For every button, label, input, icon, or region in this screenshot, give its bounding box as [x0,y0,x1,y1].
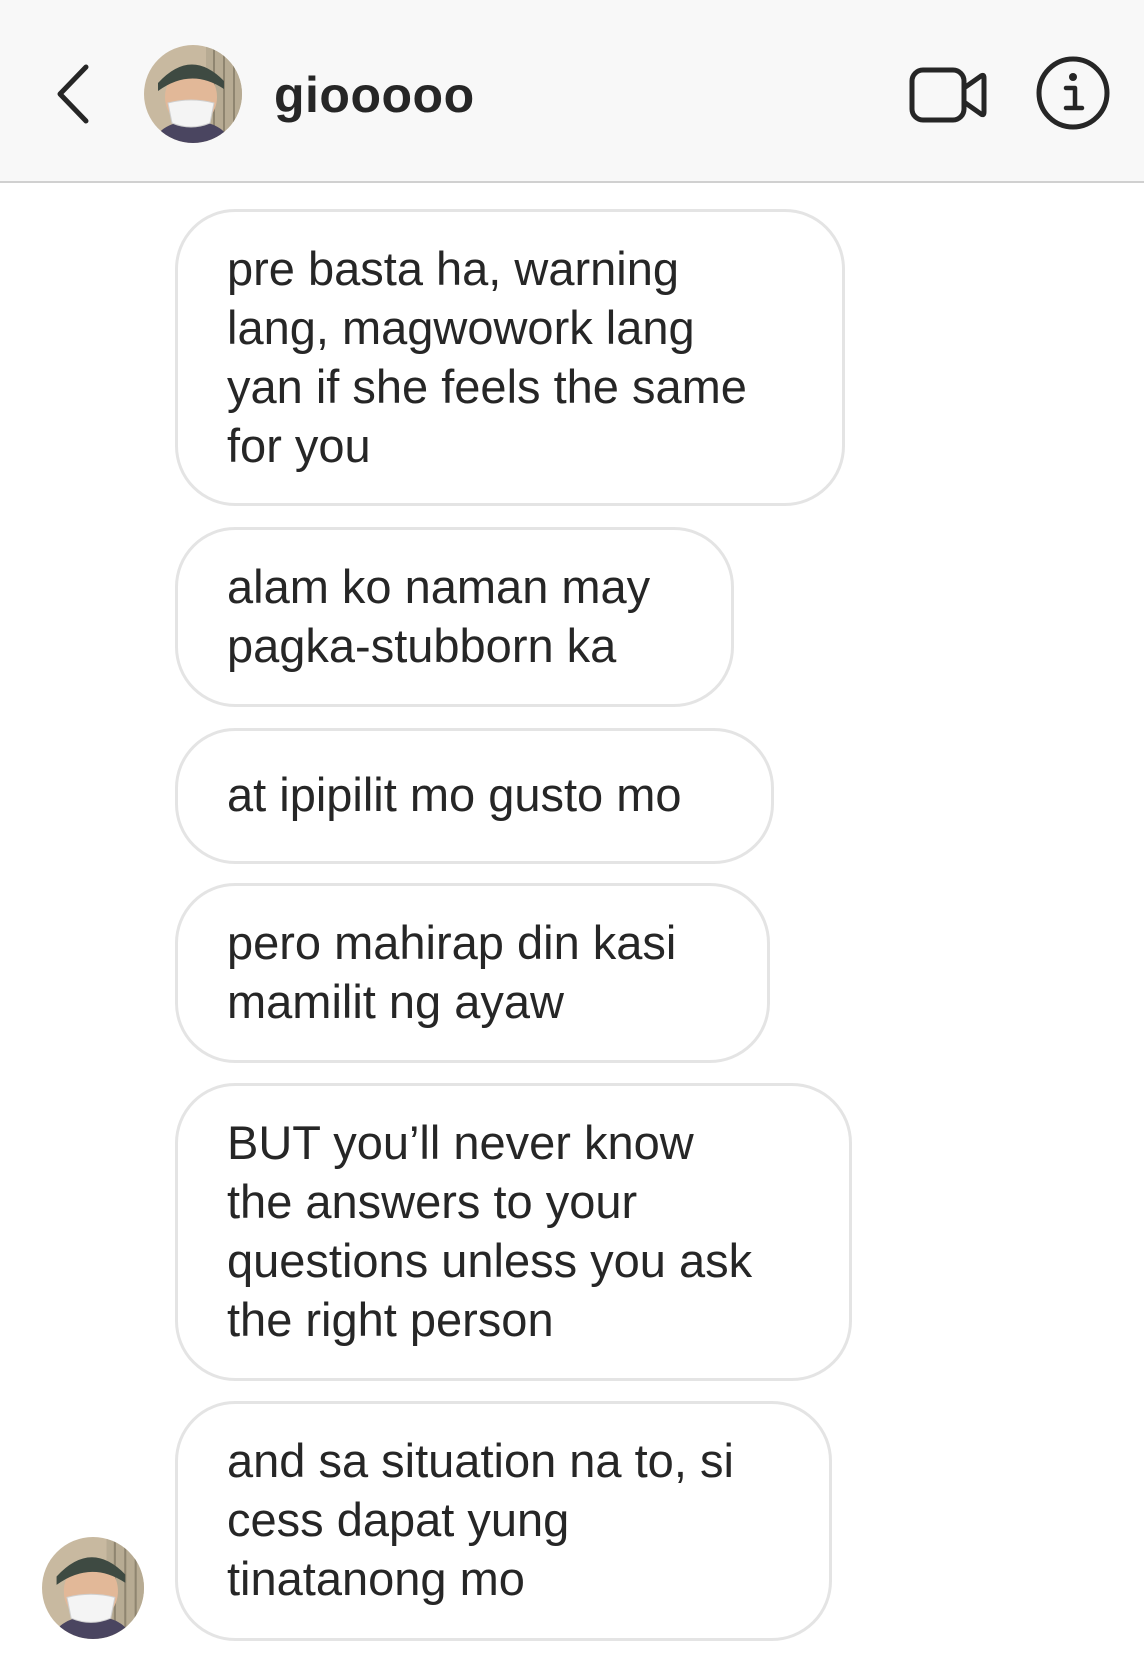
profile-avatar[interactable] [144,45,242,143]
message-bubble[interactable]: pre basta ha, warning lang, magwowork la… [175,209,845,506]
conversation-username[interactable]: giooooo [274,64,475,126]
message-bubble[interactable]: at ipipilit mo gusto mo [175,728,774,864]
chat-header: giooooo [0,0,1144,183]
info-icon [1036,56,1110,130]
message-bubble[interactable]: BUT you’ll never know the answers to you… [175,1083,852,1381]
message-bubble[interactable]: pero mahirap din kasi mamilit ng ayaw [175,883,770,1063]
sender-avatar[interactable] [42,1537,144,1639]
video-camera-icon [909,67,987,123]
message-bubble[interactable]: and sa situation na to, si cess dapat yu… [175,1401,832,1641]
info-button[interactable] [1033,53,1113,133]
video-call-button[interactable] [906,62,990,128]
back-button[interactable] [44,58,104,130]
message-bubble[interactable]: alam ko naman may pagka-stubborn ka [175,527,734,707]
chevron-left-icon [57,64,89,124]
message-thread[interactable]: pre basta ha, warning lang, magwowork la… [0,183,1144,1676]
